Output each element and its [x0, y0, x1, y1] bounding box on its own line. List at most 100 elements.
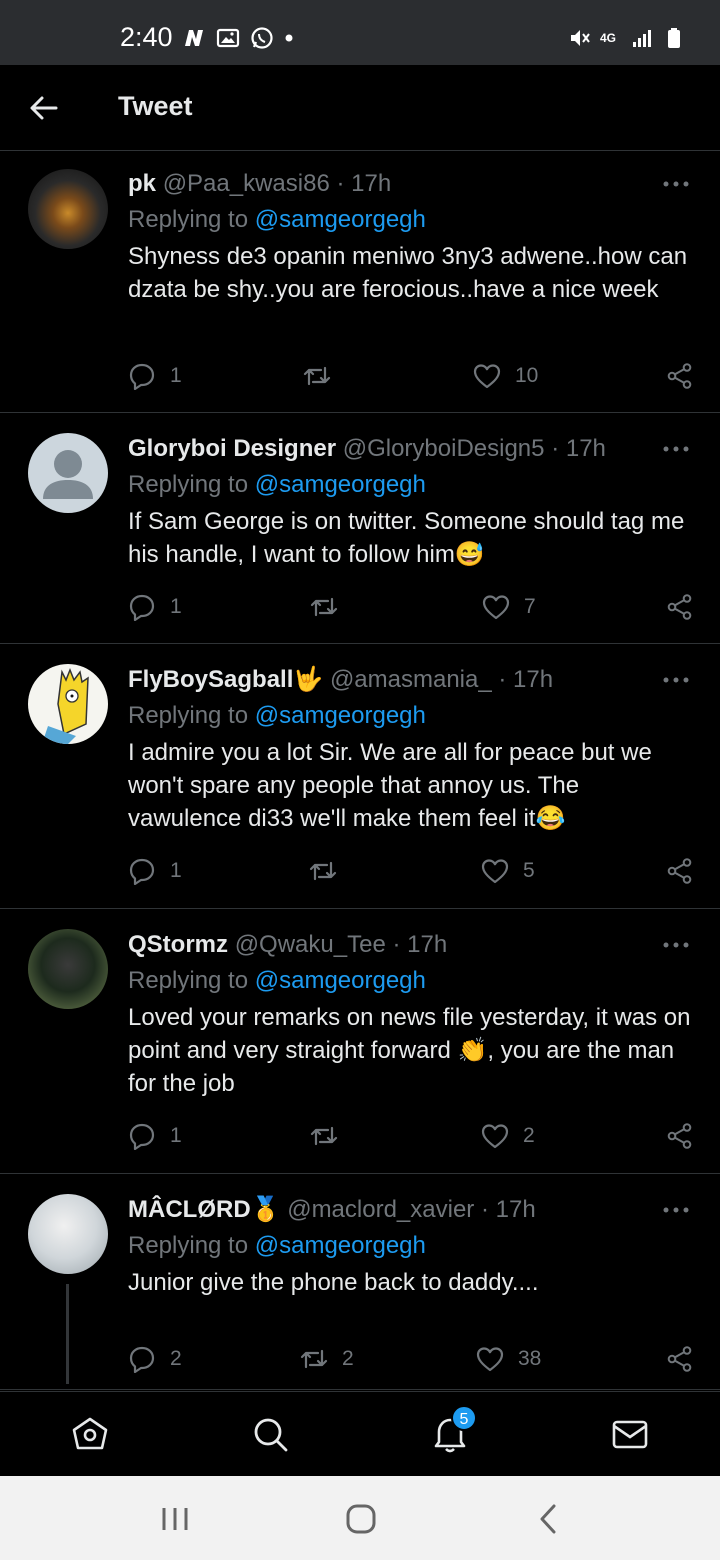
avatar[interactable]	[28, 433, 108, 513]
reply-button[interactable]: 1	[128, 593, 182, 621]
signal-icon	[633, 30, 651, 47]
author-name[interactable]: MÂCLØRD🥇	[128, 1196, 281, 1223]
like-button[interactable]: 10	[473, 362, 538, 390]
share-icon	[667, 363, 692, 389]
top-bar: Tweet	[0, 65, 720, 151]
tweet-text: If Sam George is on twitter. Someone sho…	[128, 508, 685, 568]
replying-to: Replying to @samgeorgegh	[128, 964, 692, 998]
author-handle[interactable]: @Qwaku_Tee	[235, 931, 386, 958]
author-handle[interactable]: @GloryboiDesign5	[343, 435, 545, 462]
retweet-count: 2	[342, 1347, 354, 1370]
tweet-item[interactable]: FlyBoySagball🤟 @amasmania_ · 17h Replyin…	[0, 644, 720, 909]
reply-button[interactable]: 2	[128, 1345, 182, 1373]
avatar[interactable]	[28, 169, 108, 249]
share-button[interactable]	[666, 362, 694, 390]
like-button[interactable]: 2	[481, 1122, 535, 1150]
heart-icon	[473, 364, 501, 389]
system-back-icon[interactable]	[532, 1502, 566, 1536]
status-notification-icons	[182, 26, 294, 50]
gallery-notification-icon	[216, 28, 240, 48]
whatsapp-notification-icon	[251, 27, 273, 49]
tweet-header: Gloryboi Designer @GloryboiDesign5 · 17h	[128, 432, 692, 466]
reply-count: 1	[170, 1124, 182, 1147]
retweet-icon	[310, 1126, 338, 1146]
reply-icon	[129, 1346, 155, 1373]
avatar[interactable]	[28, 1194, 108, 1274]
share-button[interactable]	[666, 857, 694, 885]
replying-label: Replying to	[128, 206, 249, 233]
reply-button[interactable]: 1	[128, 362, 182, 390]
thread-connector	[66, 1284, 69, 1384]
author-name[interactable]: pk	[128, 170, 156, 197]
tweet-actions: 1 2	[128, 1122, 694, 1152]
retweet-button[interactable]	[310, 593, 352, 621]
recent-apps-icon[interactable]	[158, 1502, 192, 1536]
replying-to: Replying to @samgeorgegh	[128, 699, 692, 733]
author-handle[interactable]: @amasmania_	[330, 666, 492, 693]
reply-feed: pk @Paa_kwasi86 · 17h Replying to @samge…	[0, 151, 720, 1390]
mention-link[interactable]: @samgeorgegh	[255, 967, 426, 994]
heart-icon	[481, 859, 509, 884]
reply-icon	[129, 1123, 155, 1150]
like-count: 7	[524, 595, 536, 618]
default-avatar-icon	[43, 450, 93, 499]
tweet-text: Shyness de3 opanin meniwo 3ny3 adwene..h…	[128, 243, 688, 303]
replying-label: Replying to	[128, 702, 249, 729]
mail-icon[interactable]	[610, 1414, 650, 1454]
retweet-button[interactable]	[310, 1122, 352, 1150]
home-button-icon[interactable]	[344, 1502, 378, 1536]
retweet-button[interactable]: 2	[300, 1345, 354, 1373]
bottom-nav	[0, 1391, 720, 1476]
tweet-item[interactable]: pk @Paa_kwasi86 · 17h Replying to @samge…	[0, 151, 720, 413]
tweet-time: · 17h	[336, 170, 392, 197]
share-button[interactable]	[666, 1122, 694, 1150]
back-arrow-icon[interactable]	[28, 89, 60, 127]
home-icon[interactable]	[70, 1414, 110, 1454]
tweet-text: Loved your remarks on news file yesterda…	[128, 1004, 691, 1097]
search-icon[interactable]	[250, 1414, 290, 1454]
retweet-icon	[310, 597, 338, 617]
mention-link[interactable]: @samgeorgegh	[255, 702, 426, 729]
replying-to: Replying to @samgeorgegh	[128, 468, 692, 502]
like-button[interactable]: 38	[476, 1345, 541, 1373]
like-button[interactable]: 7	[482, 593, 536, 621]
tweet-actions: 1 5	[128, 857, 694, 887]
reply-button[interactable]: 1	[128, 857, 182, 885]
avatar[interactable]	[28, 929, 108, 1009]
reply-button[interactable]: 1	[128, 1122, 182, 1150]
mention-link[interactable]: @samgeorgegh	[255, 1232, 426, 1259]
tweet-actions: 2 2 38	[128, 1345, 694, 1375]
tweet-item[interactable]: QStormz @Qwaku_Tee · 17h Replying to @sa…	[0, 909, 720, 1174]
tweet-time: · 17h	[480, 1196, 536, 1223]
status-time: 2:40	[120, 22, 173, 52]
mention-link[interactable]: @samgeorgegh	[255, 206, 426, 233]
author-handle[interactable]: @maclord_xavier	[287, 1196, 474, 1223]
tweet-item[interactable]: Gloryboi Designer @GloryboiDesign5 · 17h…	[0, 413, 720, 644]
author-name[interactable]: QStormz	[128, 931, 228, 958]
tweet-text: I admire you a lot Sir. We are all for p…	[128, 739, 652, 832]
tweet-time: · 17h	[392, 931, 448, 958]
battery-icon	[668, 28, 680, 48]
share-icon	[667, 1123, 692, 1149]
tweet-actions: 1 10	[128, 362, 694, 392]
dot-icon	[285, 34, 293, 42]
author-name[interactable]: Gloryboi Designer	[128, 435, 336, 462]
author-handle[interactable]: @Paa_kwasi86	[163, 170, 330, 197]
share-button[interactable]	[666, 1345, 694, 1373]
tweet-item[interactable]: MÂCLØRD🥇 @maclord_xavier · 17h Replying …	[0, 1174, 720, 1390]
share-icon	[667, 594, 692, 620]
reply-count: 2	[170, 1347, 182, 1370]
tweet-text: Junior give the phone back to daddy....	[128, 1269, 539, 1296]
system-nav-bar	[0, 1476, 720, 1560]
heart-icon	[476, 1347, 504, 1372]
avatar[interactable]	[28, 664, 108, 744]
like-button[interactable]: 5	[481, 857, 535, 885]
retweet-icon	[309, 861, 337, 881]
reply-count: 1	[170, 364, 182, 387]
retweet-button[interactable]	[309, 857, 351, 885]
retweet-button[interactable]	[303, 362, 345, 390]
mention-link[interactable]: @samgeorgegh	[255, 471, 426, 498]
notifications-badge: 5	[451, 1405, 477, 1431]
author-name[interactable]: FlyBoySagball🤟	[128, 666, 323, 693]
share-button[interactable]	[666, 593, 694, 621]
